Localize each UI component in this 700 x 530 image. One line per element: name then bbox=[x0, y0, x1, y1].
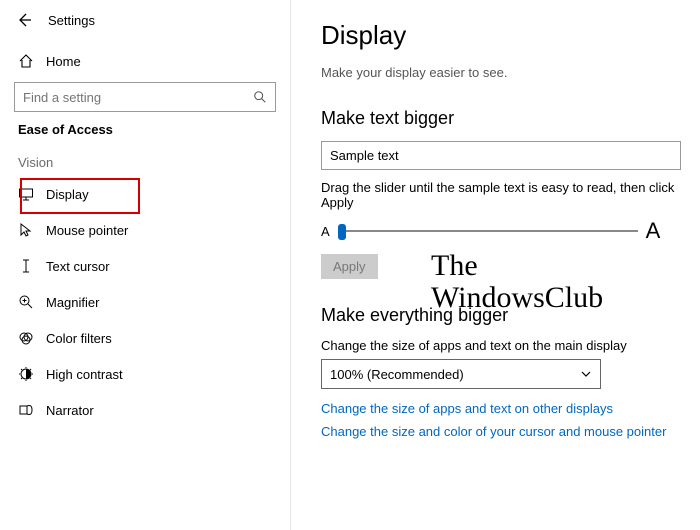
vision-group-label: Vision bbox=[18, 155, 276, 170]
apply-button[interactable]: Apply bbox=[321, 254, 378, 279]
home-icon bbox=[18, 53, 34, 69]
back-button[interactable] bbox=[14, 10, 34, 30]
section-text-bigger: Make text bigger bbox=[321, 108, 690, 129]
small-a-label: A bbox=[321, 224, 330, 239]
mouse-pointer-icon bbox=[18, 222, 34, 238]
sidebar-item-label: Narrator bbox=[46, 403, 94, 418]
sidebar-item-label: Mouse pointer bbox=[46, 223, 128, 238]
monitor-icon bbox=[18, 186, 34, 202]
sample-text-box: Sample text bbox=[321, 141, 681, 170]
magnifier-icon bbox=[18, 294, 34, 310]
link-cursor-pointer[interactable]: Change the size and color of your cursor… bbox=[321, 424, 690, 439]
sidebar-item-magnifier[interactable]: Magnifier bbox=[14, 284, 276, 320]
page-subtitle: Make your display easier to see. bbox=[321, 65, 690, 80]
text-cursor-icon bbox=[18, 258, 34, 274]
sidebar-item-display[interactable]: Display bbox=[14, 176, 276, 212]
scale-description: Change the size of apps and text on the … bbox=[321, 338, 690, 353]
slider-thumb[interactable] bbox=[338, 224, 346, 240]
sidebar-item-label: Magnifier bbox=[46, 295, 99, 310]
search-icon bbox=[253, 90, 267, 104]
sidebar-item-textcursor[interactable]: Text cursor bbox=[14, 248, 276, 284]
sidebar-item-label: Color filters bbox=[46, 331, 112, 346]
high-contrast-icon bbox=[18, 366, 34, 382]
home-label: Home bbox=[46, 54, 81, 69]
sidebar-item-narrator[interactable]: Narrator bbox=[14, 392, 276, 428]
scale-dropdown[interactable]: 100% (Recommended) bbox=[321, 359, 601, 389]
section-everything-bigger: Make everything bigger bbox=[321, 305, 690, 326]
sidebar-item-label: Display bbox=[46, 187, 89, 202]
sidebar-item-mouse[interactable]: Mouse pointer bbox=[14, 212, 276, 248]
watermark: TheWindowsClub bbox=[431, 250, 603, 313]
sidebar-item-highcontrast[interactable]: High contrast bbox=[14, 356, 276, 392]
color-filters-icon bbox=[18, 330, 34, 346]
search-box[interactable] bbox=[14, 82, 276, 112]
chevron-down-icon bbox=[580, 368, 592, 380]
sidebar-item-colorfilters[interactable]: Color filters bbox=[14, 320, 276, 356]
search-input[interactable] bbox=[23, 90, 253, 105]
home-nav[interactable]: Home bbox=[14, 46, 276, 76]
settings-title: Settings bbox=[48, 13, 95, 28]
category-heading: Ease of Access bbox=[18, 122, 276, 137]
slider-hint: Drag the slider until the sample text is… bbox=[321, 180, 690, 210]
link-other-displays[interactable]: Change the size of apps and text on othe… bbox=[321, 401, 690, 416]
big-a-label: A bbox=[646, 218, 661, 244]
text-size-slider[interactable] bbox=[338, 222, 638, 240]
dropdown-value: 100% (Recommended) bbox=[330, 367, 464, 382]
sidebar-item-label: High contrast bbox=[46, 367, 123, 382]
page-title: Display bbox=[321, 20, 690, 51]
sidebar-item-label: Text cursor bbox=[46, 259, 110, 274]
narrator-icon bbox=[18, 402, 34, 418]
